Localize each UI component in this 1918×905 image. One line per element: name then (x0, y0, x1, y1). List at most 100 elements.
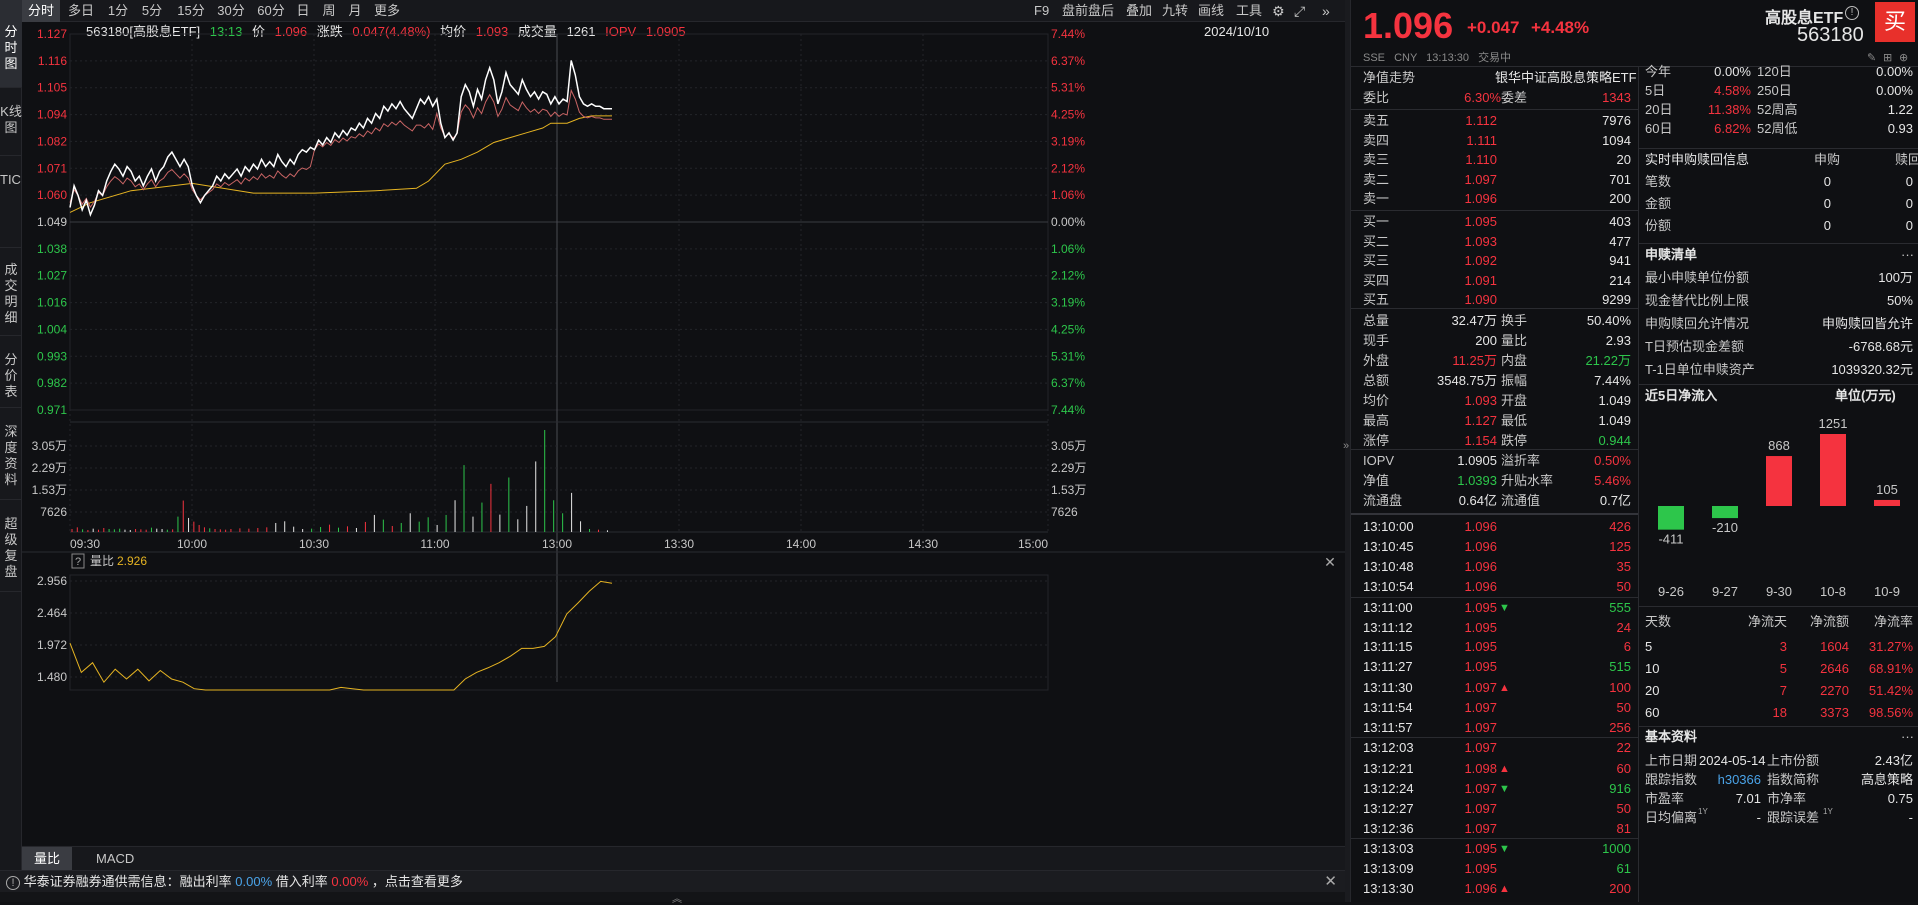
expand-icon[interactable]: ⤢ (1294, 0, 1305, 22)
tick-time: 13:11:27 (1363, 659, 1413, 675)
period-tab-multiday[interactable]: 多日 (62, 0, 100, 22)
margin-notice-bar[interactable]: ! 华泰证券融券通供需信息：融出利率 0.00% 借入利率 0.00% ，点击查… (0, 870, 1345, 892)
bid-label: 买五 (1363, 292, 1390, 307)
period-tab-30min[interactable]: 30分 (212, 0, 250, 22)
tick-row: 13:13:03 1.095 ▼ 1000 (1351, 839, 1638, 859)
price-tick-label: 1.105 (37, 81, 67, 95)
tick-price: 1.097 (1464, 739, 1497, 755)
draw-line-button[interactable]: 画线 (1198, 0, 1224, 22)
period-tab-60min[interactable]: 60分 (252, 0, 290, 22)
return-label: 20日 (1645, 102, 1673, 117)
time-tick-label: 14:30 (908, 537, 938, 551)
chevron-up-icon[interactable]: ︽ (672, 890, 682, 905)
info-icon[interactable]: ! (1845, 6, 1859, 20)
bid-price: 1.095 (1464, 214, 1497, 229)
basics-label: 跟踪误差 (1767, 810, 1820, 825)
netflow-cell: 1604 (1820, 639, 1849, 654)
fund-stat-value: 0.64亿 (1458, 493, 1497, 508)
period-tab-day[interactable]: 日 (292, 0, 314, 22)
tab-price-table[interactable]: 分价表 (0, 344, 22, 408)
settings-icon[interactable]: ⚙ (1272, 0, 1285, 22)
netflow-unit: 单位(万元) (1835, 388, 1896, 403)
tab-super-review[interactable]: 超级复盘 (0, 508, 22, 592)
price-tick-label: 1.127 (37, 27, 67, 41)
ninegrid-button[interactable]: 九转 (1162, 0, 1188, 22)
return-label: 52周低 (1757, 121, 1798, 136)
tick-volume: 61 (1616, 861, 1631, 877)
period-tab-month[interactable]: 月 (344, 0, 366, 22)
price-tick-label: 1.016 (37, 296, 67, 310)
redemption-subscribe-value: 0 (1823, 196, 1831, 211)
ask-volume: 1094 (1602, 132, 1631, 148)
close-icon[interactable]: ✕ (1324, 871, 1337, 893)
period-tab-5min[interactable]: 5分 (136, 0, 168, 22)
creation-more[interactable]: ··· (1901, 245, 1914, 265)
tab-depth-info[interactable]: 深度资料 (0, 416, 22, 500)
f9-button[interactable]: F9 (1034, 0, 1049, 22)
tick-row: 13:11:00 1.095 ▼ 555 (1351, 598, 1638, 618)
tab-intraday[interactable]: 分时图 (0, 0, 22, 88)
tick-time: 13:12:36 (1363, 820, 1414, 836)
price-tick-label: 1.027 (37, 269, 67, 283)
period-tab-1min[interactable]: 1分 (102, 0, 134, 22)
period-tab-week[interactable]: 周 (318, 0, 340, 22)
stat-value: 1.049 (1598, 413, 1631, 428)
time-tick-label: 14:00 (786, 537, 816, 551)
period-tab-more[interactable]: 更多 (370, 0, 404, 22)
tab-kline[interactable]: K线图 (0, 96, 22, 156)
pct-tick-label: 3.19% (1051, 296, 1085, 310)
ask-price: 1.097 (1464, 171, 1497, 187)
notice-source: 华泰证券融券通供需信息：融出利率 (23, 874, 232, 889)
tick-price: 1.096 (1464, 881, 1497, 897)
netflow-cell: 2270 (1820, 683, 1849, 698)
basics-value: - (1756, 810, 1761, 825)
return-value: 11.38% (1707, 102, 1751, 117)
price-tick-label: 1.071 (37, 161, 67, 175)
double-chevron-right-icon[interactable]: » (1322, 0, 1330, 22)
return-label: 5日 (1645, 83, 1666, 98)
nav-trend-label[interactable]: 净值走势 (1363, 68, 1415, 88)
chevron-right-icon[interactable]: » (1343, 440, 1349, 452)
ratio-frame (69, 574, 1049, 691)
stat-value: 1.049 (1598, 393, 1631, 408)
tab-macd[interactable]: MACD (84, 847, 146, 871)
resize-grip[interactable]: ︽ (0, 890, 1345, 905)
basics-more[interactable]: ··· (1901, 727, 1914, 747)
pct-tick-label: 5.31% (1051, 349, 1085, 363)
left-sidebar: 分时图 K线图 TICK 成交明细 分价表 深度资料 超级复盘 (0, 0, 30, 902)
netflow-value-label: 1251 (1819, 416, 1848, 431)
tick-volume: 22 (1616, 739, 1631, 755)
creation-row-value: -6768.68元 (1848, 339, 1913, 354)
redemption-redeem-value: 0 (1905, 174, 1913, 189)
period-tab-15min[interactable]: 15分 (172, 0, 210, 22)
info-icon: ! (6, 876, 20, 890)
price-tick-label: 1.116 (38, 54, 67, 68)
tick-price: 1.096 (1464, 519, 1497, 534)
ask-volume: 20 (1616, 152, 1631, 167)
tab-trade-detail[interactable]: 成交明细 (0, 256, 22, 336)
basics-label: 上市日期 (1645, 753, 1698, 768)
buy-button[interactable]: 买 (1875, 2, 1915, 42)
netflow-cell: 10 (1645, 661, 1660, 676)
arrow-up-icon: ▲ (1499, 682, 1510, 695)
netflow-cell: 5 (1645, 639, 1653, 654)
price-tick-label: 1.082 (37, 134, 67, 148)
netflow-value-label: -411 (1658, 532, 1683, 547)
return-value: 0.93 (1887, 121, 1913, 136)
price-tick-label: 1.060 (37, 188, 67, 202)
tab-volume-ratio[interactable]: 量比 (22, 847, 73, 871)
stat-value: 11.25万 (1452, 353, 1497, 368)
bid-label: 买一 (1363, 214, 1390, 229)
premarket-button[interactable]: 盘前盘后 (1062, 0, 1114, 22)
tick-row: 13:11:54 1.097 50 (1351, 698, 1638, 718)
period-tab-intraday[interactable]: 分时 (22, 0, 60, 22)
tab-tick[interactable]: TICK (0, 168, 30, 248)
tools-button[interactable]: 工具 (1236, 0, 1262, 22)
netflow-cell: 3373 (1820, 705, 1849, 720)
redemption-row-label: 金额 (1645, 196, 1672, 211)
redemption-row-label: 笔数 (1645, 174, 1672, 189)
notice-tail: ，点击查看更多 (371, 874, 463, 889)
stat-value: 3548.75万 (1437, 373, 1497, 388)
overlay-button[interactable]: 叠加 (1126, 0, 1152, 22)
arrow-up-icon: ▲ (1499, 762, 1510, 775)
